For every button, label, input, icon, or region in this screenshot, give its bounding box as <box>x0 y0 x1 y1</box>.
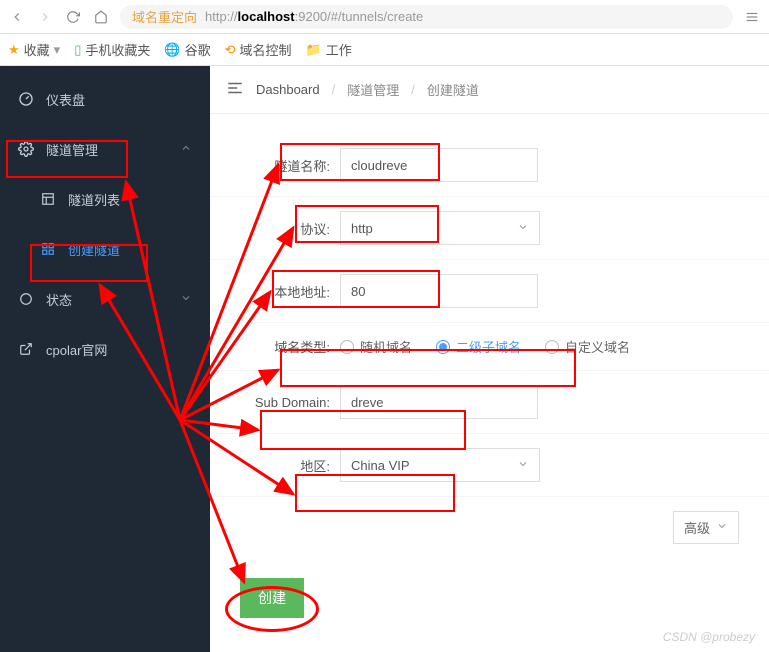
list-icon <box>40 191 56 207</box>
sidebar-item-dashboard[interactable]: 仪表盘 <box>0 74 210 124</box>
input-tunnel-name[interactable] <box>340 148 538 182</box>
radio-custom-domain[interactable]: 自定义域名 <box>545 337 630 356</box>
circle-icon <box>18 291 34 307</box>
chevron-down-icon <box>517 221 529 236</box>
input-local-address[interactable] <box>340 274 538 308</box>
bookmark-bar: ★收藏▾ ▯手机收藏夹 🌐谷歌 ⟲域名控制 📁工作 <box>0 34 769 66</box>
sidebar-item-create-tunnel[interactable]: 创建隧道 <box>0 224 210 274</box>
gauge-icon <box>18 91 34 107</box>
sidebar-item-label: 隧道列表 <box>68 190 120 209</box>
browser-nav-bar: 域名重定向 http://localhost:9200/#/tunnels/cr… <box>0 0 769 34</box>
star-icon: ★ <box>8 42 20 58</box>
row-region: 地区: China VIP <box>210 434 769 497</box>
chevron-down-icon <box>716 520 728 535</box>
label-subdomain: Sub Domain: <box>240 395 340 410</box>
menu-toggle-icon[interactable] <box>226 79 244 100</box>
label-protocol: 协议: <box>240 219 340 238</box>
sidebar-item-label: 隧道管理 <box>46 140 98 159</box>
gear-icon <box>18 141 34 157</box>
grid-icon <box>40 241 56 257</box>
external-link-icon <box>18 341 34 357</box>
select-region[interactable]: China VIP <box>340 448 540 482</box>
menu-icon[interactable] <box>743 8 761 26</box>
sidebar-item-official[interactable]: cpolar官网 <box>0 324 210 374</box>
link-icon: ⟲ <box>225 42 236 58</box>
bookmark-domain[interactable]: ⟲域名控制 <box>225 40 292 59</box>
sidebar-item-label: 创建隧道 <box>68 240 120 259</box>
label-region: 地区: <box>240 456 340 475</box>
row-protocol: 协议: http <box>210 197 769 260</box>
breadcrumb-sep: / <box>411 82 415 97</box>
row-domain-type: 域名类型: 随机域名 二级子域名 自定义域名 <box>210 323 769 371</box>
main-content: Dashboard / 隧道管理 / 创建隧道 隧道名称: 协议: http 本… <box>210 66 769 652</box>
sidebar: 仪表盘 隧道管理 隧道列表 创建隧道 状态 cpolar官网 <box>0 66 210 652</box>
topbar: Dashboard / 隧道管理 / 创建隧道 <box>210 66 769 114</box>
chevron-down-icon <box>517 458 529 473</box>
globe-icon: 🌐 <box>164 42 180 58</box>
sidebar-item-tunnel-list[interactable]: 隧道列表 <box>0 174 210 224</box>
back-icon[interactable] <box>8 8 26 26</box>
select-protocol[interactable]: http <box>340 211 540 245</box>
home-icon[interactable] <box>92 8 110 26</box>
radio-random-domain[interactable]: 随机域名 <box>340 337 412 356</box>
advanced-button[interactable]: 高级 <box>673 511 739 544</box>
chevron-down-icon <box>180 292 192 307</box>
label-local: 本地地址: <box>240 282 340 301</box>
bookmark-google[interactable]: 🌐谷歌 <box>164 40 210 59</box>
row-name: 隧道名称: <box>210 134 769 197</box>
sidebar-item-label: 状态 <box>46 290 72 309</box>
input-subdomain[interactable] <box>340 385 538 419</box>
row-subdomain: Sub Domain: <box>210 371 769 434</box>
breadcrumb-dashboard[interactable]: Dashboard <box>256 82 320 97</box>
breadcrumb-create: 创建隧道 <box>427 80 479 99</box>
breadcrumb-sep: / <box>332 82 336 97</box>
forward-icon[interactable] <box>36 8 54 26</box>
bookmark-mobile[interactable]: ▯手机收藏夹 <box>74 40 150 59</box>
redirect-badge: 域名重定向 <box>132 7 197 26</box>
breadcrumb-tunnels[interactable]: 隧道管理 <box>347 80 399 99</box>
watermark: CSDN @probezy <box>663 630 755 644</box>
url-text: http://localhost:9200/#/tunnels/create <box>205 9 423 24</box>
create-button[interactable]: 创建 <box>240 578 304 618</box>
radio-sub-domain[interactable]: 二级子域名 <box>436 337 521 356</box>
sidebar-item-tunnels[interactable]: 隧道管理 <box>0 124 210 174</box>
reload-icon[interactable] <box>64 8 82 26</box>
tunnel-form: 隧道名称: 协议: http 本地地址: 域名类型: 随机域名 二级子域名 <box>210 114 769 652</box>
row-submit: 创建 <box>210 558 769 638</box>
sidebar-item-label: cpolar官网 <box>46 340 107 359</box>
mobile-icon: ▯ <box>74 42 81 58</box>
address-bar[interactable]: 域名重定向 http://localhost:9200/#/tunnels/cr… <box>120 5 733 29</box>
sidebar-item-label: 仪表盘 <box>46 90 85 109</box>
bookmark-fav[interactable]: ★收藏▾ <box>8 40 60 59</box>
chevron-up-icon <box>180 142 192 157</box>
bookmark-work[interactable]: 📁工作 <box>306 40 352 59</box>
row-local: 本地地址: <box>210 260 769 323</box>
sidebar-item-status[interactable]: 状态 <box>0 274 210 324</box>
label-name: 隧道名称: <box>240 156 340 175</box>
label-domain-type: 域名类型: <box>240 337 340 356</box>
folder-icon: 📁 <box>306 42 322 58</box>
row-advanced: 高级 <box>210 497 769 558</box>
radio-group-domain: 随机域名 二级子域名 自定义域名 <box>340 337 630 356</box>
